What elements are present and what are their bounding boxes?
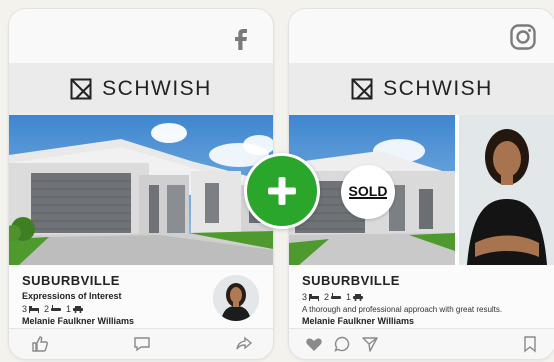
property-photo [9,115,273,265]
instagram-icon[interactable] [509,23,537,51]
listing-description: A thorough and professional approach wit… [302,305,503,314]
baths-count: 2 [324,292,330,302]
listing-subtitle: Expressions of Interest [22,291,122,301]
bed-icon [309,294,320,301]
sold-badge: SOLD [341,165,395,219]
combine-plus-button[interactable] [244,153,320,229]
property-features: 3 2 1 [302,292,366,302]
beds-count: 3 [22,304,28,314]
property-photo: SOLD [289,115,554,265]
bath-icon [331,293,342,299]
cars-count: 1 [66,304,72,314]
card-header [289,9,554,63]
bookmark-icon[interactable] [521,335,539,353]
agent-name: Melanie Faulkner Williams [22,316,134,326]
car-icon [73,306,84,313]
agent-name: Melanie Faulkner Williams [302,316,414,326]
card-header [9,9,273,63]
brand-name: SCHWISH [383,77,493,100]
sold-badge-label: SOLD [348,183,388,199]
suburb-title: SUBURBVILLE [22,273,120,288]
car-icon [353,294,364,301]
like-icon[interactable] [31,335,49,353]
listing-info: SUBURBVILLE 3 2 1 A thorough and profess… [289,265,554,329]
baths-count: 2 [44,304,50,314]
brand-bar: SCHWISH [289,63,554,115]
heart-icon[interactable] [305,335,323,353]
facebook-icon[interactable] [227,23,255,51]
post-actions [9,328,273,359]
send-icon[interactable] [361,335,379,353]
facebook-post-card: SCHWISH SUBURBVILLE Expressions of Inter… [8,8,274,360]
agent-avatar[interactable] [213,275,259,321]
brand-name: SCHWISH [102,77,212,100]
brand-bar: SCHWISH [9,63,273,115]
property-features: 3 2 1 [22,304,86,314]
schwish-logo-icon [351,78,373,100]
post-actions [289,328,554,359]
share-icon[interactable] [235,335,253,353]
comment-icon[interactable] [333,335,351,353]
suburb-title: SUBURBVILLE [302,273,400,288]
comment-icon[interactable] [133,335,151,353]
beds-count: 3 [302,292,308,302]
schwish-logo-icon [70,78,92,100]
instagram-post-card: SCHWISH SOLD SUBURBVILLE 3 2 1 A thoroug… [288,8,554,360]
plus-icon [268,177,296,205]
bath-icon [51,305,62,311]
bed-icon [29,306,40,313]
listing-info: SUBURBVILLE Expressions of Interest 3 2 … [9,265,273,329]
cars-count: 1 [346,292,352,302]
